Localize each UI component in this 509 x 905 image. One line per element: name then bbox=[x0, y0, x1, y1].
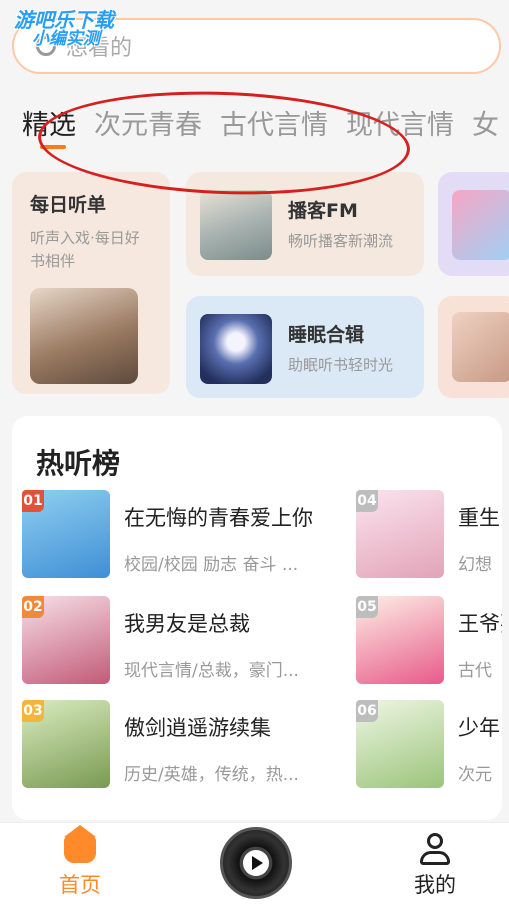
tab-more[interactable]: 女 bbox=[472, 103, 499, 142]
hot-list-item[interactable]: 01 在无悔的青春爱上你 校园/校园 励志 奋斗 ... bbox=[22, 490, 352, 582]
watermark-line1: 游吧乐下载 bbox=[14, 8, 114, 32]
daily-list-card[interactable]: 每日听单 听声入戏·每日好书相伴 bbox=[12, 172, 170, 394]
book-title: 傲剑逍遥游续集 bbox=[124, 716, 271, 740]
book-title: 我男友是总裁 bbox=[124, 612, 250, 636]
extra-card-bottom[interactable] bbox=[438, 296, 509, 398]
home-icon bbox=[64, 825, 96, 863]
hot-list-item[interactable]: 02 我男友是总裁 现代言情/总裁，豪门... bbox=[22, 596, 352, 688]
play-icon bbox=[243, 850, 269, 876]
rank-badge: 01 bbox=[22, 490, 44, 512]
tab-modern-romance[interactable]: 现代言情 bbox=[346, 103, 454, 142]
book-title: 少年 bbox=[458, 716, 500, 740]
watermark-line2: 小编实测 bbox=[32, 29, 100, 49]
rank-badge: 06 bbox=[356, 700, 378, 722]
book-title: 在无悔的青春爱上你 bbox=[124, 506, 313, 530]
extra-card-top[interactable] bbox=[438, 172, 509, 276]
extra-card-bottom-image bbox=[452, 312, 509, 382]
book-meta: 校园/校园 励志 奋斗 ... bbox=[124, 555, 299, 575]
book-meta: 幻想 bbox=[458, 555, 492, 575]
rank-badge: 05 bbox=[356, 596, 378, 618]
rank-badge: 03 bbox=[22, 700, 44, 722]
rank-badge: 04 bbox=[356, 490, 378, 512]
nav-home[interactable]: 首页 bbox=[52, 825, 108, 899]
daily-list-subtitle: 听声入戏·每日好书相伴 bbox=[30, 229, 140, 270]
podcast-image bbox=[200, 190, 272, 260]
sleep-image bbox=[200, 314, 272, 384]
book-title: 王爷要下 bbox=[458, 612, 502, 636]
podcast-title: 播客FM bbox=[288, 200, 358, 222]
book-meta: 古代 bbox=[458, 661, 492, 681]
book-title: 重生 bbox=[458, 506, 500, 530]
hot-list-item[interactable]: 03 傲剑逍遥游续集 历史/英雄，传统，热... bbox=[22, 700, 352, 792]
book-meta: 现代言情/总裁，豪门... bbox=[124, 661, 299, 681]
sleep-card[interactable]: 睡眠合辑 助眠听书轻时光 bbox=[186, 296, 424, 398]
sleep-subtitle: 助眠听书轻时光 bbox=[288, 356, 394, 374]
podcast-card[interactable]: 播客FM 畅听播客新潮流 bbox=[186, 172, 424, 276]
nav-me-label: 我的 bbox=[414, 873, 456, 897]
book-meta: 次元 bbox=[458, 765, 492, 785]
tab-ancient-romance[interactable]: 古代言情 bbox=[220, 103, 328, 142]
extra-card-top-image bbox=[452, 190, 509, 260]
daily-list-title: 每日听单 bbox=[30, 194, 107, 216]
nav-me[interactable]: 我的 bbox=[400, 831, 470, 899]
category-tabs: 精选 次元青春 古代言情 现代言情 女 bbox=[22, 103, 499, 149]
bottom-nav: 首页 我的 bbox=[0, 822, 509, 905]
rank-badge: 02 bbox=[22, 596, 44, 618]
hot-list-item[interactable]: 05 王爷要下 古代 bbox=[356, 596, 502, 688]
player-button[interactable] bbox=[220, 827, 292, 899]
book-meta: 历史/英雄，传统，热... bbox=[124, 765, 299, 785]
daily-list-image bbox=[30, 288, 138, 384]
watermark: 游吧乐下载 小编实测 bbox=[14, 10, 114, 49]
hot-list-item[interactable]: 06 少年 次元 bbox=[356, 700, 502, 792]
nav-home-label: 首页 bbox=[59, 873, 101, 897]
hot-list: 热听榜 01 在无悔的青春爱上你 校园/校园 励志 奋斗 ... 02 我男友是… bbox=[12, 416, 502, 820]
tab-featured[interactable]: 精选 bbox=[22, 103, 76, 149]
sleep-title: 睡眠合辑 bbox=[288, 324, 365, 346]
user-icon bbox=[420, 833, 450, 867]
hot-list-item[interactable]: 04 重生 幻想 bbox=[356, 490, 502, 582]
tab-youth[interactable]: 次元青春 bbox=[94, 103, 202, 142]
podcast-subtitle: 畅听播客新潮流 bbox=[288, 232, 394, 250]
hot-list-title: 热听榜 bbox=[36, 447, 121, 480]
